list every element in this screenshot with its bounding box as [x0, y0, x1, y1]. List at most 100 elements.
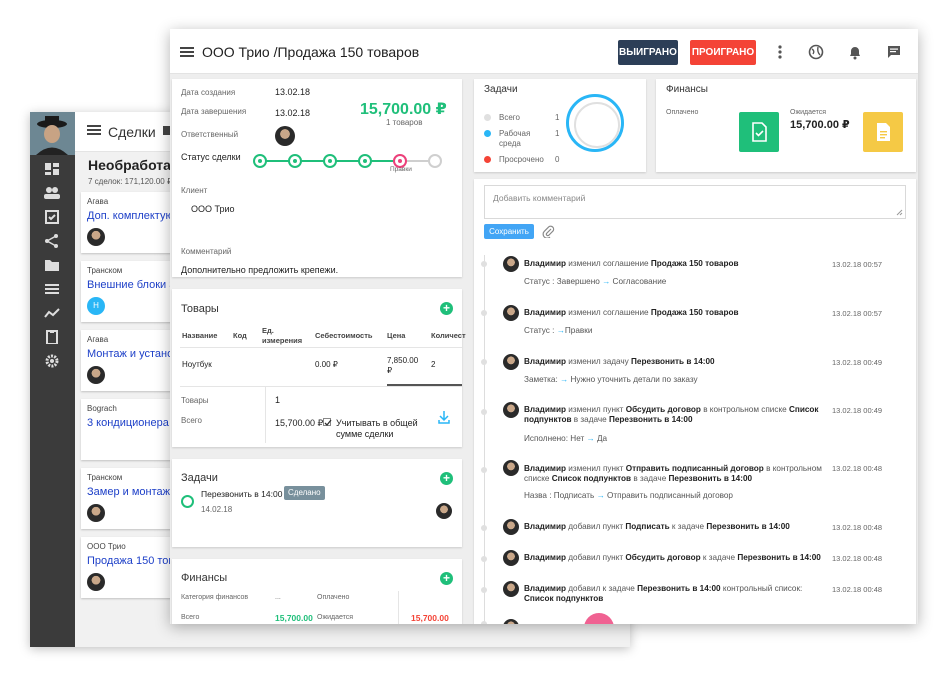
event-date: 13.02.18 00:48 — [832, 523, 883, 532]
deal-header: ООО Трио /Продажа 150 товаров ВЫИГРАНО П… — [170, 29, 918, 74]
finance-title: Финансы — [181, 572, 228, 584]
legend-working-label: Рабочая среда — [499, 129, 531, 148]
more-vert-icon[interactable] — [772, 44, 788, 60]
status-stage[interactable] — [253, 154, 267, 168]
deal-company: Агава — [87, 335, 109, 344]
bell-icon[interactable] — [847, 44, 863, 60]
status-stage[interactable] — [358, 154, 372, 168]
deal-avatar — [87, 366, 105, 384]
task-avatar — [436, 503, 452, 519]
responsible-avatar[interactable] — [275, 126, 295, 146]
status-stage[interactable] — [428, 154, 442, 168]
created-label: Дата создания — [181, 88, 236, 97]
deal-avatar — [87, 228, 105, 246]
won-button[interactable]: ВЫИГРАНО — [618, 40, 678, 65]
goods-total-label: Всего — [181, 416, 202, 425]
dashboard-icon[interactable] — [44, 162, 60, 176]
deal-card[interactable]: Агава Доп. комплектую — [81, 192, 181, 253]
deal-company: Агава — [87, 197, 109, 206]
deal-name[interactable]: 3 кондиционера — [87, 417, 169, 429]
comment-value: Дополнительно предложить крепежи. — [181, 265, 339, 275]
task-done-badge: Сделано — [284, 486, 325, 500]
side-rail — [30, 112, 75, 647]
tasks-widget-title: Задачи — [484, 84, 518, 95]
include-checkbox[interactable] — [323, 418, 332, 426]
event-avatar — [503, 402, 519, 418]
event-avatar — [503, 354, 519, 370]
deal-card[interactable]: Транском Замер и монтаж — [81, 468, 181, 529]
legend-total-label: Всего — [499, 113, 520, 122]
event-text: Владимир изменил задачу Перезвонить в 14… — [524, 357, 715, 366]
finance-dots: ... — [275, 594, 281, 601]
deal-name[interactable]: Продажа 150 тов — [87, 555, 174, 567]
client-value[interactable]: ООО Трио — [191, 204, 235, 214]
deal-name[interactable]: Доп. комплектую — [87, 210, 174, 222]
task-date: 14.02.18 — [201, 505, 233, 514]
list-icon[interactable] — [44, 282, 60, 296]
lost-button[interactable]: ПРОИГРАНО — [690, 40, 756, 65]
completed-label: Дата завершения — [181, 107, 247, 116]
contacts-icon[interactable] — [44, 186, 60, 200]
expected-tile[interactable] — [863, 112, 903, 152]
task-name[interactable]: Перезвонить в 14:00 — [201, 489, 282, 499]
download-icon[interactable] — [438, 410, 450, 424]
event-date: 13.02.18 00:48 — [832, 585, 883, 594]
created-value: 13.02.18 — [275, 87, 311, 97]
add-task-button[interactable]: + — [440, 472, 453, 485]
deal-avatar: Н — [87, 297, 105, 315]
row-qty: 2 — [431, 360, 436, 369]
chat-icon[interactable] — [886, 44, 902, 60]
settings-icon[interactable] — [44, 354, 60, 368]
status-stage[interactable] — [288, 154, 302, 168]
legend-overdue-label: Просрочено — [499, 155, 544, 164]
deal-card[interactable]: Агава Монтаж и устано — [81, 330, 181, 391]
tasks-icon[interactable] — [44, 210, 60, 224]
status-stage[interactable] — [323, 154, 337, 168]
event-avatar — [503, 256, 519, 272]
save-comment-button[interactable]: Сохранить — [484, 224, 534, 239]
user-avatar[interactable] — [30, 112, 75, 155]
responsible-label: Ответственный — [181, 130, 239, 139]
menu-icon[interactable] — [180, 47, 194, 57]
column-sum: 7 сделок: 171,120.00 ₽ — [88, 177, 173, 186]
goods-count-value: 1 — [275, 395, 281, 405]
clipboard-icon[interactable] — [44, 330, 60, 344]
deal-name[interactable]: Замер и монтаж — [87, 486, 170, 498]
timeline-dot — [481, 359, 487, 365]
deal-card[interactable]: Транском Внешние блоки 3 Н — [81, 261, 181, 322]
finance-widget-expected-label: Ожидается — [790, 109, 827, 116]
event-change: Заметка: → Нужно уточнить детали по зака… — [524, 375, 698, 384]
finance-category-label: Категория финансов — [181, 594, 249, 601]
analytics-icon[interactable] — [44, 306, 60, 320]
menu-icon[interactable] — [87, 125, 101, 135]
task-checkbox[interactable] — [181, 495, 194, 508]
event-text: Владимир добавил пункт Обсудить договор … — [524, 553, 821, 562]
add-finance-button[interactable]: + — [440, 572, 453, 585]
column-title: Необработан — [88, 157, 180, 173]
row-cost: 0.00 ₽ — [315, 360, 338, 369]
deal-card[interactable]: ООО Трио Продажа 150 тов — [81, 537, 181, 598]
add-goods-button[interactable]: + — [440, 302, 453, 315]
folder-icon[interactable] — [44, 258, 60, 272]
comment-label: Комментарий — [181, 247, 232, 256]
event-text: Владимир изменил пункт Отправить подписа… — [524, 464, 822, 483]
deal-card[interactable]: Bograch 3 кондиционера — [81, 399, 181, 460]
globe-icon[interactable] — [808, 44, 824, 60]
comment-input[interactable]: Добавить комментарий — [484, 185, 906, 219]
resize-handle-icon[interactable] — [896, 209, 903, 216]
timeline-dot — [481, 261, 487, 267]
attach-icon[interactable] — [542, 225, 555, 238]
deal-company: Транском — [87, 266, 123, 275]
completed-value: 13.02.18 — [275, 108, 311, 118]
deal-avatar — [87, 573, 105, 591]
deal-avatar — [87, 504, 105, 522]
finance-divider — [398, 591, 399, 624]
paid-tile[interactable] — [739, 112, 779, 152]
status-current-label: Правки — [390, 166, 412, 173]
deal-name[interactable]: Внешние блоки 3 — [87, 279, 175, 291]
deal-name[interactable]: Монтаж и устано — [87, 348, 173, 360]
share-icon[interactable] — [44, 234, 60, 248]
tasks-donut — [566, 94, 624, 152]
event-avatar — [503, 519, 519, 535]
finance-expected-label: Ожидается — [317, 614, 354, 621]
